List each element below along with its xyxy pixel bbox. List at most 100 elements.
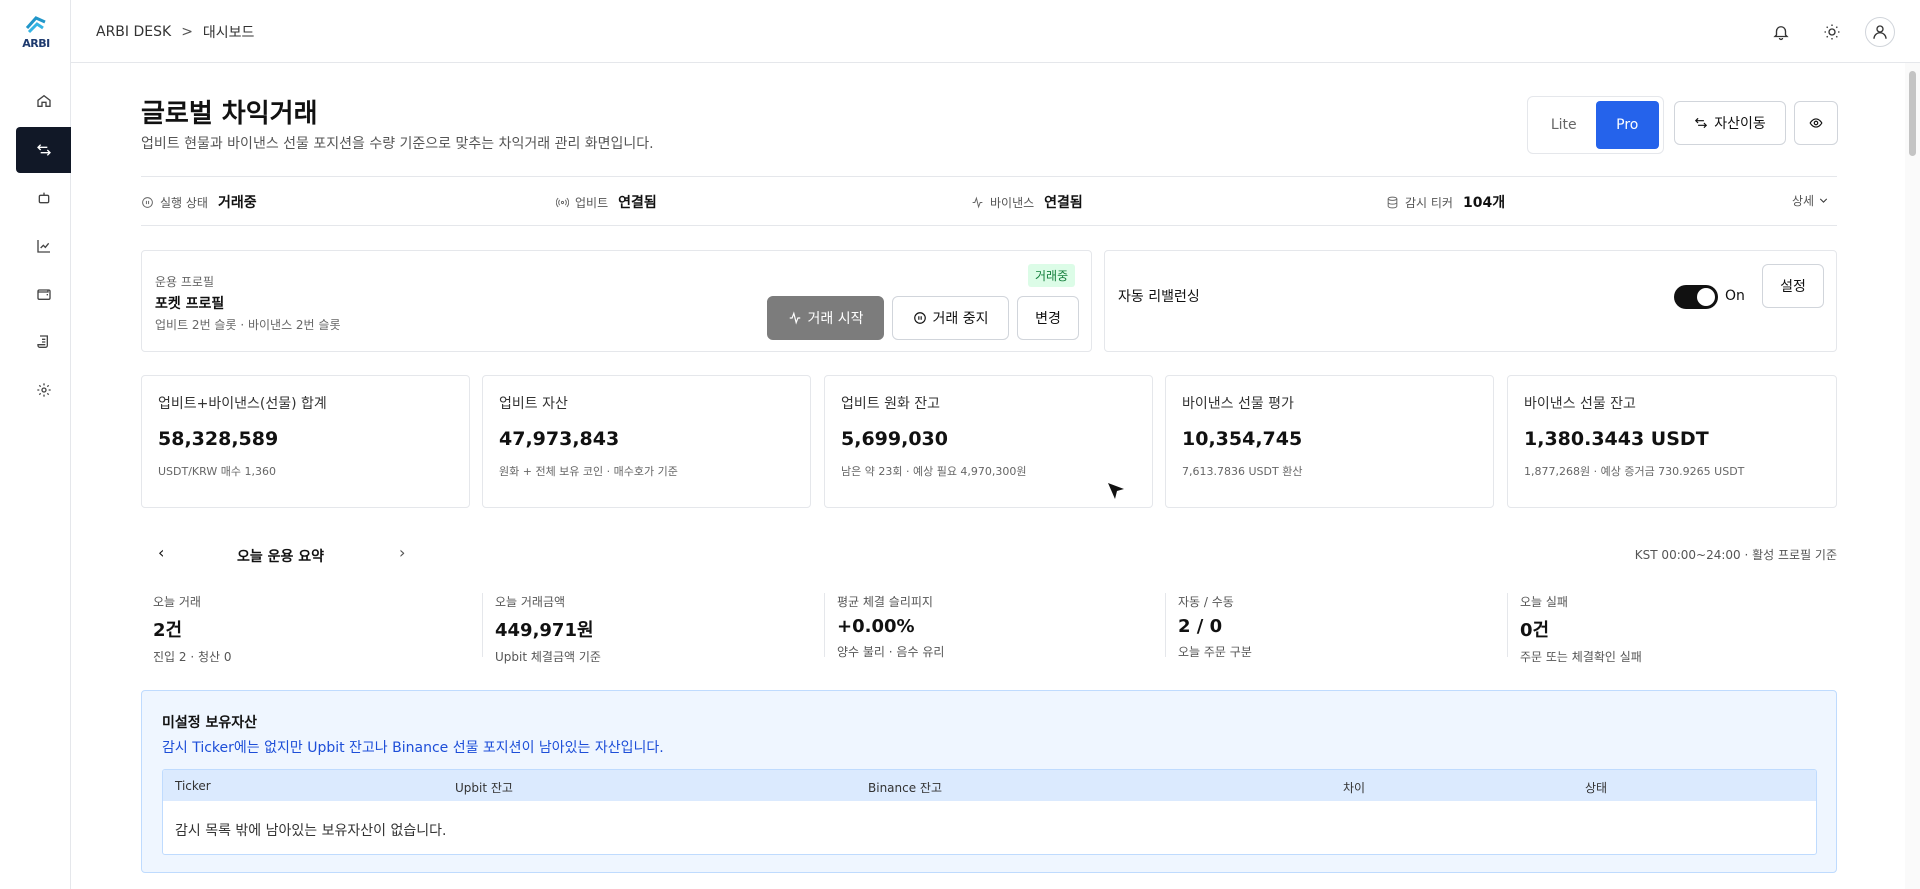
stat-title: 업비트 원화 잔고: [841, 396, 941, 412]
eye-icon: [1809, 118, 1823, 128]
page-scrollbar[interactable]: [1905, 63, 1920, 889]
antenna-icon: [556, 197, 569, 207]
sun-icon: [1824, 24, 1840, 40]
chevron-down-icon: [1819, 198, 1828, 203]
database-icon: [1387, 196, 1398, 208]
nav-home[interactable]: [16, 78, 71, 124]
swap-icon: [1695, 117, 1708, 129]
nav-wallet[interactable]: [16, 271, 71, 317]
status-ticker-label: 감시 티커: [1405, 195, 1453, 210]
summary-next-button[interactable]: ›: [399, 543, 405, 562]
stat-title: 바이낸스 선물 평가: [1182, 396, 1294, 412]
breadcrumb: ARBI DESK > 대시보드: [96, 22, 254, 42]
summary-prev-button[interactable]: ‹: [158, 543, 164, 562]
stop-trading-label: 거래 중지: [932, 311, 989, 327]
summary-title: 오늘 운용 요약: [237, 549, 325, 565]
start-trading-button[interactable]: 거래 시작: [767, 296, 884, 340]
stat-value: 47,973,843: [499, 428, 620, 450]
summary-item-value: +0.00%: [837, 616, 915, 637]
activity-icon: [972, 196, 983, 208]
nav-arbitrage[interactable]: [16, 127, 71, 173]
stat-title: 바이낸스 선물 잔고: [1524, 396, 1636, 412]
stat-title: 업비트 자산: [499, 396, 568, 412]
summary-slippage: 평균 체결 슬리피지 +0.00% 양수 불리 · 음수 유리: [824, 593, 1154, 659]
rebalance-settings-button[interactable]: 설정: [1762, 264, 1824, 308]
status-detail-toggle[interactable]: 상세: [1792, 192, 1830, 209]
stat-note: 1,877,268원 · 예상 증거금 730.9265 USDT: [1524, 465, 1745, 478]
rebalance-label: 자동 리밸런싱: [1118, 289, 1200, 305]
bot-icon: [38, 192, 49, 204]
nav-chart[interactable]: [16, 223, 71, 269]
notification-button[interactable]: [1769, 20, 1793, 44]
scroll-icon: [36, 335, 48, 348]
pause-circle-icon: [142, 196, 153, 208]
stop-trading-button[interactable]: 거래 중지: [892, 296, 1009, 340]
change-profile-button[interactable]: 변경: [1017, 296, 1079, 340]
unassigned-desc: 감시 Ticker에는 없지만 Upbit 잔고나 Binance 선물 포지션…: [162, 740, 664, 756]
status-run: 실행 상태 거래중: [141, 192, 257, 212]
status-ticker-value: 104개: [1462, 195, 1506, 211]
topbar: ARBI DESK > 대시보드: [71, 0, 1920, 63]
rebalance-toggle[interactable]: [1674, 285, 1718, 309]
nav-settings[interactable]: [16, 367, 71, 413]
mode-switch: Lite Pro: [1527, 96, 1664, 154]
nav-bot[interactable]: [16, 175, 71, 221]
column-header: Upbit 잔고: [455, 781, 513, 795]
gear-icon: [36, 383, 51, 397]
unassigned-assets-panel: 미설정 보유자산 감시 Ticker에는 없지만 Upbit 잔고나 Binan…: [141, 690, 1837, 873]
stat-card-binance-balance: 바이낸스 선물 잔고 1,380.3443 USDT 1,877,268원 · …: [1507, 375, 1837, 508]
column-header: 차이: [1343, 781, 1366, 795]
column-header: Binance 잔고: [868, 781, 943, 795]
status-binance-value: 연결됨: [1044, 195, 1083, 211]
profile-card: 운용 프로필 포켓 프로필 업비트 2번 슬롯 · 바이낸스 2번 슬롯 거래중…: [141, 250, 1092, 352]
unassigned-title: 미설정 보유자산: [162, 715, 258, 731]
user-icon: [1873, 25, 1887, 39]
wallet-icon: [36, 289, 51, 300]
sidebar: ARBI: [0, 0, 71, 889]
stat-card-binance-eval: 바이낸스 선물 평가 10,354,745 7,613.7836 USDT 환산: [1165, 375, 1494, 508]
mouse-cursor-icon: [1108, 483, 1124, 499]
unassigned-table: Ticker Upbit 잔고 Binance 잔고 차이 상태 감시 목록 밖…: [162, 769, 1817, 855]
summary-auto-manual: 자동 / 수동 2 / 0 오늘 주문 구분: [1165, 593, 1495, 659]
summary-item-title: 오늘 거래금액: [495, 595, 566, 609]
chart-icon: [36, 240, 50, 253]
status-detail-label: 상세: [1792, 194, 1815, 208]
summary-item-value: 2건: [153, 620, 183, 641]
asset-transfer-button[interactable]: 자산이동: [1674, 101, 1786, 145]
breadcrumb-root[interactable]: ARBI DESK: [96, 24, 171, 40]
status-upbit-value: 연결됨: [618, 195, 657, 211]
column-header: 상태: [1585, 781, 1608, 795]
rebalance-card: 자동 리밸런싱 On 설정: [1104, 250, 1837, 352]
summary-item-note: Upbit 체결금액 기준: [495, 650, 601, 664]
status-binance-label: 바이낸스: [990, 195, 1035, 210]
stat-card-upbit-krw: 업비트 원화 잔고 5,699,030 남은 약 23회 · 예상 필요 4,9…: [824, 375, 1153, 508]
status-binance: 바이낸스 연결됨: [971, 192, 1083, 212]
summary-today-amount: 오늘 거래금액 449,971원 Upbit 체결금액 기준: [482, 593, 812, 664]
rebalance-state: On: [1725, 288, 1745, 304]
pause-circle-icon: [913, 312, 926, 324]
mode-pro-button[interactable]: Pro: [1595, 101, 1659, 149]
nav-ledger[interactable]: [16, 319, 71, 365]
status-upbit: 업비트 연결됨: [556, 192, 657, 212]
table-empty-message: 감시 목록 밖에 남아있는 보유자산이 없습니다.: [175, 823, 447, 839]
activity-icon: [789, 311, 800, 325]
summary-today-trades: 오늘 거래 2건 진입 2 · 청산 0: [141, 593, 471, 664]
status-run-label: 실행 상태: [160, 195, 208, 210]
summary-item-value: 0건: [1520, 620, 1550, 641]
stat-note: USDT/KRW 매수 1,360: [158, 465, 276, 478]
summary-item-note: 진입 2 · 청산 0: [153, 650, 232, 664]
visibility-button[interactable]: [1794, 101, 1838, 145]
mode-lite-button[interactable]: Lite: [1532, 101, 1596, 149]
table-header: Ticker Upbit 잔고 Binance 잔고 차이 상태: [163, 770, 1816, 801]
stat-card-upbit-assets: 업비트 자산 47,973,843 원화 + 전체 보유 코인 · 매수호가 기…: [482, 375, 811, 508]
theme-toggle-button[interactable]: [1820, 20, 1844, 44]
user-avatar-button[interactable]: [1865, 17, 1895, 47]
breadcrumb-current: 대시보드: [202, 25, 255, 41]
breadcrumb-separator: >: [181, 24, 193, 40]
summary-item-note: 양수 불리 · 음수 유리: [837, 645, 945, 659]
app-logo[interactable]: ARBI: [18, 14, 54, 52]
status-bar: 실행 상태 거래중 업비트 연결됨 바이낸스 연결됨 감시 티커 104개 상세: [141, 176, 1837, 226]
page-title: 글로벌 차익거래: [141, 99, 318, 129]
summary-item-value: 2 / 0: [1178, 616, 1223, 637]
logo-text: ARBI: [22, 37, 50, 50]
